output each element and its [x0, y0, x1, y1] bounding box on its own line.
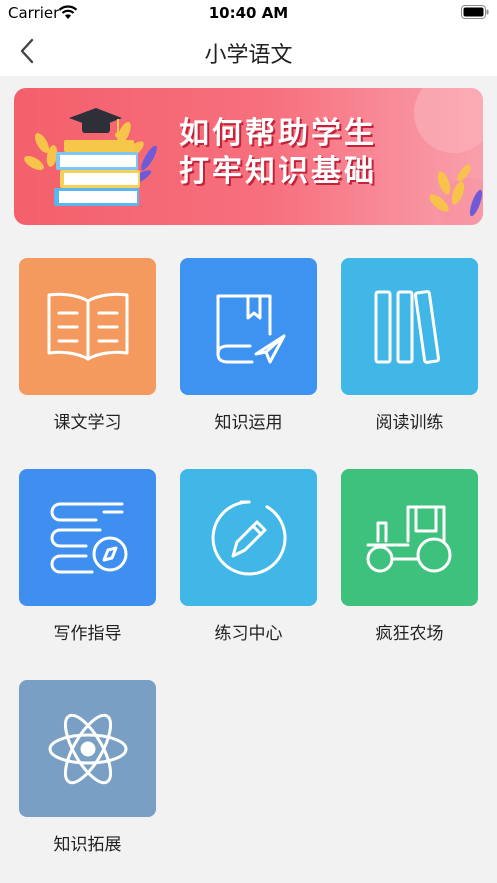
menu-item-knowledge-use[interactable]: 知识运用 — [180, 258, 317, 433]
menu-item-writing-guide[interactable]: 写作指导 — [19, 469, 156, 644]
tile-practice-center — [180, 469, 317, 606]
menu-item-label: 课文学习 — [53, 413, 122, 433]
menu-item-crazy-farm[interactable]: 疯狂农场 — [341, 469, 478, 644]
menu-item-label: 知识拓展 — [53, 835, 122, 855]
status-bar: Carrier 10:40 AM — [0, 0, 497, 26]
navigation-bar: 小学语文 — [0, 26, 497, 76]
battery-icon — [461, 5, 489, 19]
books-compass-icon — [50, 502, 127, 573]
atom-icon — [48, 713, 127, 784]
tile-textbook-study — [19, 258, 156, 395]
tile-knowledge-use — [180, 258, 317, 395]
tile-reading-training — [341, 258, 478, 395]
pencil-circle-icon — [211, 500, 286, 575]
menu-item-label: 写作指导 — [53, 624, 122, 644]
menu-item-textbook-study[interactable]: 课文学习 — [19, 258, 156, 433]
menu-item-reading-training[interactable]: 阅读训练 — [341, 258, 478, 433]
open-book-icon — [47, 292, 128, 360]
tractor-icon — [366, 505, 451, 572]
menu-item-practice-center[interactable]: 练习中心 — [180, 469, 317, 644]
tile-writing-guide — [19, 469, 156, 606]
menu-item-label: 知识运用 — [214, 413, 283, 433]
clock-label: 10:40 AM — [208, 4, 289, 22]
menu-item-label: 练习中心 — [214, 624, 283, 644]
menu-item-label: 阅读训练 — [375, 413, 444, 433]
promo-banner[interactable]: 如何帮助学生 打牢知识基础 — [14, 88, 483, 225]
page-title: 小学语文 — [204, 43, 293, 68]
menu-item-label: 疯狂农场 — [375, 624, 444, 644]
books-icon — [374, 289, 440, 364]
tile-crazy-farm — [341, 469, 478, 606]
banner-subheadline: 打牢知识基础 — [179, 154, 377, 189]
menu-item-knowledge-expansion[interactable]: 知识拓展 — [19, 680, 156, 855]
book-paper-plane-icon — [216, 294, 285, 363]
tile-knowledge-expansion — [19, 680, 156, 817]
